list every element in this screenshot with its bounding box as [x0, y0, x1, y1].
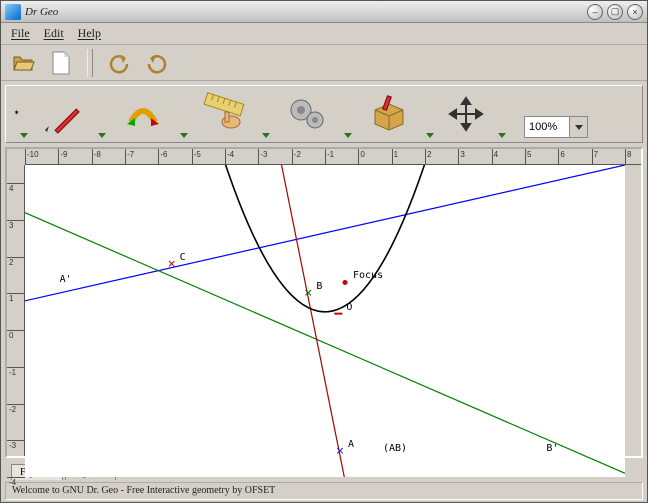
redo-icon [146, 52, 168, 74]
maximize-button[interactable]: ▢ [607, 4, 623, 20]
chevron-down-icon [262, 133, 270, 138]
point-label: B' [546, 443, 558, 454]
close-button[interactable]: × [627, 4, 643, 20]
point-label: (AB) [383, 443, 407, 454]
chevron-down-icon [180, 133, 188, 138]
ruler-vertical: 43210-1-2-3-4 [7, 165, 25, 456]
toolbar-main [1, 45, 647, 81]
other-tool-button[interactable] [364, 90, 414, 138]
ruler-icon [201, 92, 249, 136]
chevron-down-icon [98, 133, 106, 138]
point-label: O [346, 302, 352, 313]
menubar: File Edit Help [1, 23, 647, 45]
menu-help[interactable]: Help [78, 26, 101, 41]
line-tool-dropdown[interactable] [94, 90, 110, 138]
other-tool-dropdown[interactable] [422, 90, 438, 138]
transform-icon [121, 92, 165, 136]
open-button[interactable] [9, 49, 37, 77]
move-tool-button[interactable] [446, 90, 486, 138]
box-icon [367, 92, 411, 136]
point-tool-icon: ✶ [12, 102, 20, 124]
point-tool-button[interactable]: ✶ [12, 90, 28, 138]
chevron-down-icon [344, 133, 352, 138]
redo-button[interactable] [143, 49, 171, 77]
point-label: B [316, 281, 322, 292]
app-window: Dr Geo – ▢ × File Edit Help ✶ [0, 0, 648, 503]
pencil-icon [39, 92, 83, 136]
figure-plot [25, 165, 625, 477]
transform-tool-button[interactable] [118, 90, 168, 138]
open-icon [11, 51, 35, 75]
macro-tool-button[interactable] [282, 90, 332, 138]
new-button[interactable] [47, 49, 75, 77]
undo-icon [108, 52, 130, 74]
canvas-frame: -10-9-8-7-6-5-4-3-2-1012345678 43210-1-2… [5, 147, 643, 458]
toolbar-tools: ✶ [5, 85, 643, 143]
menu-file[interactable]: File [11, 26, 30, 41]
geometry-canvas[interactable]: A'✕C✕BOFocus✕A(AB)B' [25, 165, 625, 477]
line-tool-button[interactable] [36, 90, 86, 138]
titlebar[interactable]: Dr Geo – ▢ × [1, 1, 647, 23]
minimize-button[interactable]: – [587, 4, 603, 20]
app-icon [5, 4, 21, 20]
point-label: A [348, 439, 354, 450]
svg-text:✶: ✶ [14, 109, 19, 116]
separator [87, 49, 93, 77]
chevron-down-icon [575, 125, 583, 130]
chevron-down-icon [426, 133, 434, 138]
zoom-combo[interactable] [524, 116, 588, 138]
ruler-horizontal: -10-9-8-7-6-5-4-3-2-1012345678 [25, 149, 641, 165]
measure-tool-button[interactable] [200, 90, 250, 138]
move-tool-dropdown[interactable] [494, 90, 510, 138]
move-arrows-icon [448, 96, 484, 132]
transform-tool-dropdown[interactable] [176, 90, 192, 138]
workarea: -10-9-8-7-6-5-4-3-2-1012345678 43210-1-2… [5, 147, 643, 480]
point-label: C [180, 252, 186, 263]
zoom-input[interactable] [525, 117, 569, 137]
macro-tool-dropdown[interactable] [340, 90, 356, 138]
undo-button[interactable] [105, 49, 133, 77]
status-bar: Welcome to GNU Dr. Geo - Free Interactiv… [5, 482, 643, 500]
window-title: Dr Geo [25, 6, 58, 18]
chevron-down-icon [20, 133, 28, 138]
measure-tool-dropdown[interactable] [258, 90, 274, 138]
menu-edit[interactable]: Edit [44, 26, 64, 41]
point-label: A' [60, 274, 72, 285]
point-label: Focus [353, 270, 383, 281]
zoom-dropdown-button[interactable] [569, 117, 587, 137]
new-file-icon [50, 50, 72, 76]
chevron-down-icon [498, 133, 506, 138]
gears-icon [285, 92, 329, 136]
